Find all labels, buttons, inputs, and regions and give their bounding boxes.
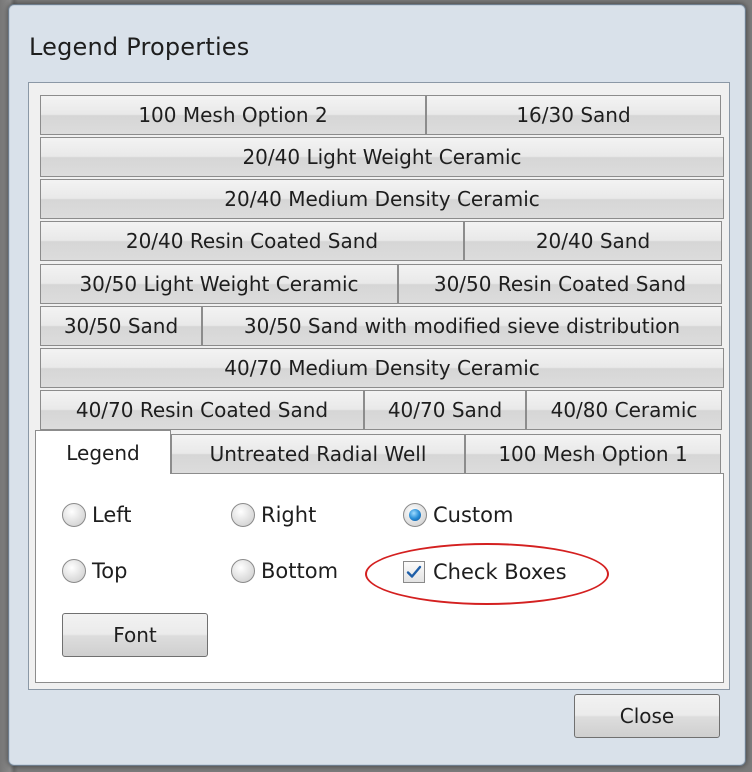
radio-right[interactable] (231, 503, 255, 527)
radio-custom-label: Custom (433, 503, 514, 527)
tab-16-30-sand[interactable]: 16/30 Sand (426, 95, 721, 135)
tab-30-50-resin-coated-sand[interactable]: 30/50 Resin Coated Sand (398, 264, 722, 304)
tab-100-mesh-option-2[interactable]: 100 Mesh Option 2 (40, 95, 426, 135)
tab-20-40-medium-density-ceramic[interactable]: 20/40 Medium Density Ceramic (40, 179, 724, 219)
radio-custom[interactable] (403, 503, 427, 527)
radio-left-option[interactable]: Left (62, 503, 132, 527)
check-boxes-option[interactable]: Check Boxes (403, 560, 567, 584)
radio-bottom-option[interactable]: Bottom (231, 559, 338, 583)
check-boxes-checkbox[interactable] (403, 561, 425, 583)
radio-top-label: Top (92, 559, 128, 583)
tab-40-70-medium-density-ceramic[interactable]: 40/70 Medium Density Ceramic (40, 348, 724, 388)
tab-100-mesh-option-1[interactable]: 100 Mesh Option 1 (465, 434, 721, 474)
radio-left[interactable] (62, 503, 86, 527)
radio-top[interactable] (62, 559, 86, 583)
radio-bottom-label: Bottom (261, 559, 339, 583)
tab-30-50-light-weight-ceramic[interactable]: 30/50 Light Weight Ceramic (40, 264, 398, 304)
tab-untreated-radial-well[interactable]: Untreated Radial Well (171, 434, 465, 474)
tab-20-40-sand[interactable]: 20/40 Sand (464, 221, 722, 261)
tab-30-50-sand[interactable]: 30/50 Sand (40, 306, 202, 346)
check-mark-icon (406, 565, 422, 578)
tab-20-40-light-weight-ceramic[interactable]: 20/40 Light Weight Ceramic (40, 137, 724, 177)
radio-custom-option[interactable]: Custom (403, 503, 513, 527)
tab-40-70-sand[interactable]: 40/70 Sand (364, 390, 526, 430)
tab-20-40-resin-coated-sand[interactable]: 20/40 Resin Coated Sand (40, 221, 464, 261)
radio-right-option[interactable]: Right (231, 503, 316, 527)
radio-right-label: Right (261, 503, 317, 527)
radio-left-label: Left (92, 503, 132, 527)
tab-legend[interactable]: Legend (35, 430, 171, 474)
radio-top-option[interactable]: Top (62, 559, 127, 583)
close-button[interactable]: Close (574, 694, 720, 738)
check-boxes-label: Check Boxes (433, 560, 567, 584)
tab-30-50-sand-modified-sieve[interactable]: 30/50 Sand with modified sieve distribut… (202, 306, 722, 346)
font-button[interactable]: Font (62, 613, 208, 657)
tab-40-80-ceramic[interactable]: 40/80 Ceramic (526, 390, 722, 430)
tab-40-70-resin-coated-sand[interactable]: 40/70 Resin Coated Sand (40, 390, 364, 430)
radio-bottom[interactable] (231, 559, 255, 583)
dialog-title: Legend Properties (29, 33, 250, 61)
